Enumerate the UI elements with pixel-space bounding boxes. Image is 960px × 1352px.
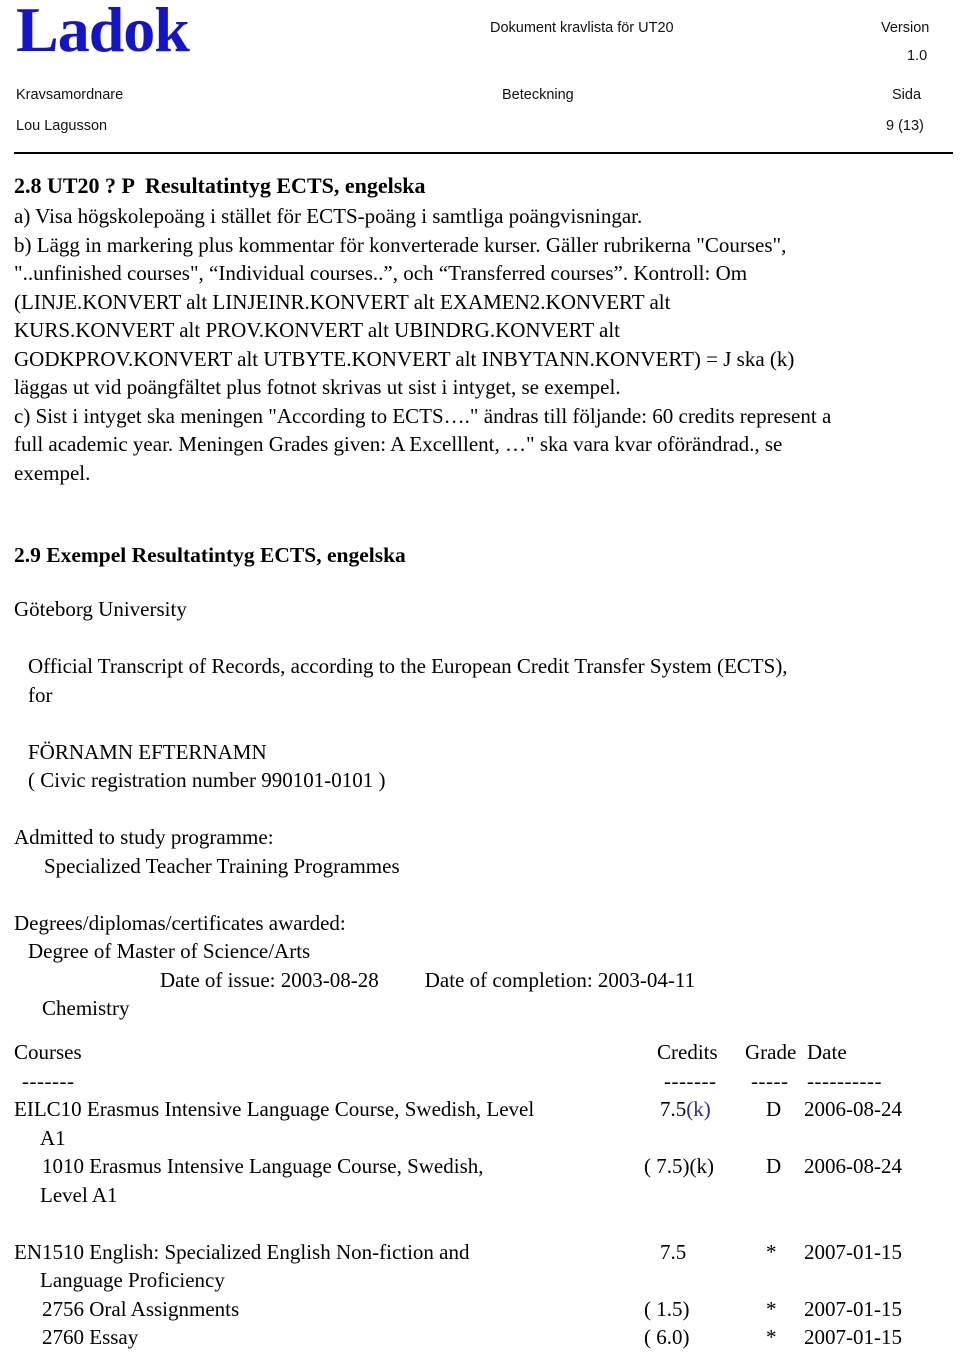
divider-credits: ------- bbox=[664, 1068, 717, 1093]
table-row: EILC10 Erasmus Intensive Language Course… bbox=[14, 1095, 960, 1124]
admitted-label: Admitted to study programme: bbox=[14, 825, 274, 849]
section-2-8-line-3: (LINJE.KONVERT alt LINJEINR.KONVERT alt … bbox=[14, 289, 671, 314]
column-header-grade: Grade bbox=[745, 1040, 797, 1064]
course-grade: * bbox=[766, 1239, 777, 1264]
section-2-8-line-9: exempel. bbox=[14, 460, 91, 485]
beteckning-label: Beteckning bbox=[502, 87, 574, 103]
divider-grade: ----- bbox=[751, 1068, 789, 1093]
role-value: Lou Lagusson bbox=[16, 118, 108, 134]
table-row: 2760 Essay ( 6.0) * 2007-01-15 bbox=[14, 1323, 960, 1352]
course-date: 2006-08-24 bbox=[804, 1097, 902, 1121]
role-label: Kravsamordnare bbox=[16, 87, 124, 103]
table-row-continuation: A1 bbox=[14, 1124, 960, 1153]
version-label: Version bbox=[881, 20, 930, 36]
table-divider-row: ------- ------- ----- ---------- bbox=[14, 1067, 960, 1096]
course-credits: ( 6.0) bbox=[644, 1325, 690, 1349]
course-name-continued: A1 bbox=[40, 1125, 66, 1150]
page-number: 9 (13) bbox=[886, 118, 924, 134]
table-row: 1010 Erasmus Intensive Language Course, … bbox=[14, 1152, 960, 1181]
course-grade: * bbox=[766, 1325, 777, 1349]
course-credits: ( 7.5)(k) bbox=[644, 1154, 714, 1178]
section-2-8-line-5: GODKPROV.KONVERT alt UTBYTE.KONVERT alt … bbox=[14, 346, 795, 371]
admitted-programme: Specialized Teacher Training Programmes bbox=[44, 853, 400, 878]
ladok-logo: Ladok bbox=[16, 0, 190, 65]
course-grade: * bbox=[766, 1296, 777, 1321]
divider-date: ---------- bbox=[807, 1068, 882, 1093]
course-name: 2760 Essay bbox=[42, 1325, 139, 1349]
section-2-8: 2.8 UT20 ? P Resultatintyg ECTS, engelska… bbox=[14, 172, 960, 487]
table-row-continuation: Level A1 bbox=[14, 1181, 960, 1210]
course-credits: ( 1.5) bbox=[644, 1296, 690, 1321]
header-divider bbox=[14, 152, 953, 154]
transcript-example: Göteborg University Official Transcript … bbox=[14, 595, 960, 1023]
page-label: Sida bbox=[892, 87, 922, 103]
course-name: EN1510 English: Specialized English Non-… bbox=[14, 1239, 470, 1264]
course-grade: D bbox=[766, 1154, 782, 1178]
document-label: Dokument bbox=[490, 20, 557, 36]
degree-dates: Date of issue: 2003-08-28 Date of complet… bbox=[14, 966, 960, 995]
column-header-date: Date bbox=[807, 1040, 847, 1064]
section-2-9-heading: 2.9 Exempel Resultatintyg ECTS, engelska bbox=[14, 543, 406, 567]
section-2-8-number: 2.8 UT20 ? P bbox=[14, 173, 135, 198]
section-2-8-heading: 2.8 UT20 ? P Resultatintyg ECTS, engelska bbox=[14, 172, 960, 200]
column-header-credits: Credits bbox=[657, 1040, 718, 1064]
degree-subject: Chemistry bbox=[42, 996, 130, 1020]
version-value: 1.0 bbox=[907, 48, 928, 64]
converted-marker: (k) bbox=[686, 1097, 711, 1121]
section-2-8-line-4: KURS.KONVERT alt PROV.KONVERT alt UBINDR… bbox=[14, 318, 621, 342]
transcript-title-line-2: for bbox=[28, 682, 53, 707]
credits-value: 7.5 bbox=[660, 1097, 687, 1121]
document-value: kravlista för UT20 bbox=[560, 20, 674, 36]
course-date: 2007-01-15 bbox=[804, 1325, 902, 1349]
section-2-8-line-6: läggas ut vid poängfältet plus fotnot sk… bbox=[14, 375, 621, 399]
degrees-label: Degrees/diplomas/certificates awarded: bbox=[14, 910, 346, 935]
column-header-courses: Courses bbox=[14, 1040, 82, 1064]
date-of-issue: Date of issue: 2003-08-28 bbox=[160, 967, 379, 992]
degree-value: Degree of Master of Science/Arts bbox=[28, 939, 311, 963]
courses-table: Courses Credits Grade Date ------- -----… bbox=[14, 1038, 960, 1352]
table-row: EN1510 English: Specialized English Non-… bbox=[14, 1238, 960, 1267]
section-2-8-line-7: c) Sist i intyget ska meningen "Accordin… bbox=[14, 403, 832, 428]
table-header-row: Courses Credits Grade Date bbox=[14, 1038, 960, 1067]
civic-registration-number: ( Civic registration number 990101-0101 … bbox=[28, 768, 386, 792]
table-row: 2756 Oral Assignments ( 1.5) * 2007-01-1… bbox=[14, 1295, 960, 1324]
university-name: Göteborg University bbox=[14, 597, 187, 621]
course-grade: D bbox=[766, 1097, 782, 1121]
course-date: 2007-01-15 bbox=[804, 1296, 902, 1321]
course-credits: 7.5(k) bbox=[660, 1095, 711, 1124]
course-name: 1010 Erasmus Intensive Language Course, … bbox=[42, 1154, 484, 1178]
course-credits: 7.5 bbox=[660, 1239, 687, 1264]
course-date: 2007-01-15 bbox=[804, 1239, 902, 1264]
section-2-8-line-8: full academic year. Meningen Grades give… bbox=[14, 432, 783, 456]
section-2-8-title: Resultatintyg ECTS, engelska bbox=[145, 173, 426, 198]
course-date: 2006-08-24 bbox=[804, 1154, 902, 1178]
course-name: 2756 Oral Assignments bbox=[42, 1296, 240, 1321]
table-row-continuation: Language Proficiency bbox=[14, 1266, 960, 1295]
student-name: FÖRNAMN EFTERNAMN bbox=[28, 739, 267, 764]
section-2-8-line-1: b) Lägg in markering plus kommentar för … bbox=[14, 232, 787, 257]
course-name-continued: Language Proficiency bbox=[40, 1268, 225, 1292]
course-name-continued: Level A1 bbox=[40, 1182, 118, 1207]
document-header: Ladok Dokument kravlista för UT20 Versio… bbox=[8, 0, 953, 154]
transcript-title-line-1: Official Transcript of Records, accordin… bbox=[28, 654, 788, 678]
section-2-8-line-0: a) Visa högskolepoäng i stället för ECTS… bbox=[14, 204, 643, 228]
divider-courses: ------- bbox=[22, 1068, 75, 1093]
date-of-completion: Date of completion: 2003-04-11 bbox=[424, 967, 696, 992]
course-name: EILC10 Erasmus Intensive Language Course… bbox=[14, 1097, 535, 1121]
section-2-8-line-2: "..unfinished courses", “Individual cour… bbox=[14, 261, 748, 285]
document-page: Ladok Dokument kravlista för UT20 Versio… bbox=[0, 0, 960, 1349]
